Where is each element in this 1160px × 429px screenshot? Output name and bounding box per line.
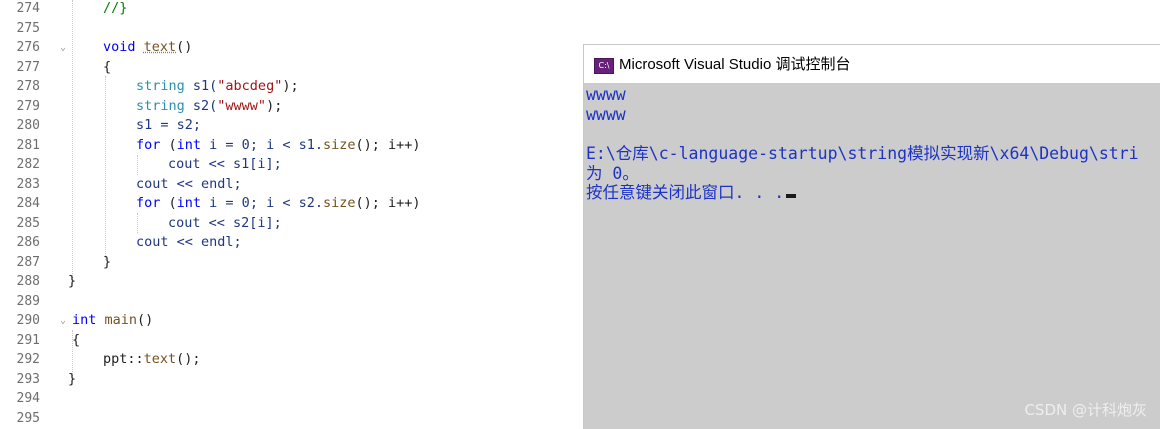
keyword-token: int	[176, 136, 202, 153]
code-token: s1(	[184, 78, 218, 94]
console-title: Microsoft Visual Studio 调试控制台	[619, 56, 851, 73]
keyword-token: int	[72, 312, 97, 328]
line-number: 276	[16, 40, 40, 55]
type-token: string	[136, 78, 185, 94]
code-line: int main()	[72, 311, 153, 331]
code-token: );	[282, 78, 299, 94]
keyword-token: int	[176, 195, 202, 211]
code-line: cout << endl;	[136, 234, 242, 250]
line-number: 286	[16, 235, 40, 250]
keyword-token: for	[136, 195, 161, 211]
type-token: string	[136, 97, 185, 114]
code-token: (	[160, 136, 177, 153]
keyword-token: void	[103, 39, 136, 55]
code-token: i = 0; i < s1.	[201, 136, 323, 153]
function-token: text	[143, 39, 177, 55]
code-token: s2(	[184, 97, 218, 114]
console-output-line: E:\仓库\c-language-startup\string模拟实现新\x64…	[586, 144, 1139, 163]
debug-console-window[interactable]: C:\ Microsoft Visual Studio 调试控制台 wwww w…	[583, 44, 1160, 429]
console-output-line: wwww	[586, 85, 626, 104]
console-output[interactable]: wwww wwww E:\仓库\c-language-startup\strin…	[584, 83, 1160, 429]
line-number: 290	[16, 313, 40, 328]
code-line: cout << s1[i];	[168, 156, 282, 172]
code-token: );	[266, 97, 283, 114]
console-output-line: 为 0。	[586, 164, 639, 183]
indent-guide	[137, 213, 138, 233]
line-number: 288	[16, 274, 40, 289]
code-line: {	[103, 58, 111, 78]
code-token: ()	[137, 312, 154, 328]
indent-guide	[137, 155, 138, 175]
code-line: ppt::text();	[103, 350, 201, 370]
code-line: for (int i = 0; i < s2.size(); i++)	[136, 194, 421, 214]
line-number: 274	[16, 1, 40, 16]
code-token: i = 0; i < s2.	[201, 195, 323, 211]
function-token: size	[322, 195, 356, 211]
code-token: {	[103, 58, 112, 75]
console-app-icon: C:\	[594, 58, 614, 74]
code-line: string s2("wwww");	[136, 97, 282, 117]
line-number: 293	[16, 371, 40, 387]
line-number: 275	[16, 20, 40, 36]
code-line: //}	[103, 0, 127, 19]
text-cursor	[786, 194, 797, 198]
line-number: 282	[16, 157, 40, 172]
code-line: s1 = s2;	[136, 117, 202, 133]
code-token: (); i++)	[355, 136, 421, 153]
console-prompt-text: 按任意键关闭此窗口. . .	[586, 183, 785, 202]
line-number: 295	[16, 410, 40, 426]
function-token: main	[104, 312, 138, 328]
string-token: "wwww"	[217, 97, 267, 114]
keyword-token: for	[136, 136, 161, 153]
line-number: 280	[16, 118, 40, 133]
console-titlebar[interactable]: C:\ Microsoft Visual Studio 调试控制台	[584, 45, 1160, 83]
code-token: (	[160, 195, 177, 211]
indent-guide	[105, 76, 106, 260]
line-number: 279	[16, 98, 40, 114]
line-number: 289	[16, 293, 40, 309]
line-number: 292	[16, 352, 40, 367]
line-number: 291	[16, 332, 40, 348]
indent-guide	[72, 0, 73, 280]
code-token: ();	[176, 351, 201, 367]
line-number: 285	[16, 215, 40, 231]
line-number: 294	[16, 391, 40, 406]
line-number: 283	[16, 176, 40, 192]
fold-toggle-icon[interactable]: ⌄	[60, 43, 68, 53]
console-output-line: 按任意键关闭此窗口. . .	[586, 183, 797, 203]
code-token: (); i++)	[355, 195, 421, 211]
code-line: {	[72, 331, 81, 348]
function-token: text	[143, 351, 177, 367]
console-output-line: wwww	[586, 105, 626, 124]
code-line: string s1("abcdeg");	[136, 77, 299, 97]
code-line: void text()	[103, 38, 192, 58]
code-line: cout << endl;	[136, 175, 242, 192]
line-number: 284	[16, 196, 40, 211]
code-line: cout << s2[i];	[168, 214, 282, 231]
code-line: }	[103, 253, 112, 270]
line-number: 278	[16, 79, 40, 94]
code-line: for (int i = 0; i < s1.size(); i++)	[136, 136, 421, 156]
line-number: 281	[16, 137, 40, 153]
line-number: 277	[16, 59, 40, 75]
string-token: "abcdeg"	[217, 78, 283, 94]
watermark: CSDN @计科炮灰	[1024, 401, 1147, 419]
function-token: size	[322, 136, 356, 153]
comment-token: //}	[103, 0, 128, 16]
code-line: }	[68, 370, 77, 387]
code-token: ()	[176, 39, 193, 55]
code-editor[interactable]: 274 275 276 277 278 279 280 281 282 283 …	[0, 0, 584, 428]
line-number: 287	[16, 254, 40, 270]
code-token: ppt::	[103, 351, 144, 367]
fold-toggle-icon[interactable]: ⌄	[60, 316, 68, 326]
code-line: }	[68, 273, 77, 289]
